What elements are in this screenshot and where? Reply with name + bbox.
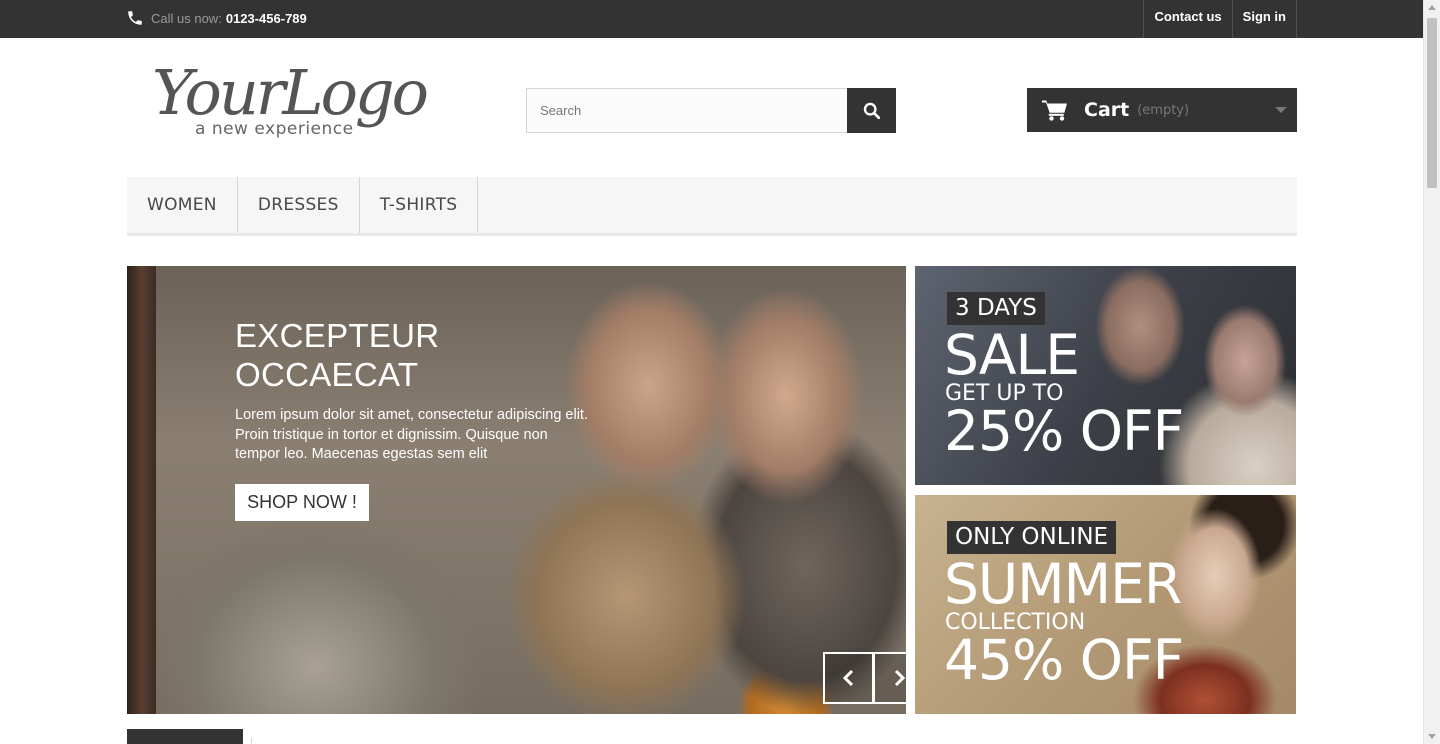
search-form bbox=[526, 88, 896, 133]
slider-controls bbox=[823, 652, 906, 704]
phone-number: 0123-456-789 bbox=[225, 10, 307, 26]
banner-discount: 25% OFF bbox=[944, 399, 1184, 463]
bottom-tab-divider bbox=[251, 738, 252, 744]
phone-info: Call us now: 0123-456-789 bbox=[126, 6, 307, 30]
menu-item-tshirts[interactable]: T-SHIRTS bbox=[360, 177, 479, 233]
promo-banner-summer[interactable]: ONLY ONLINE SUMMER COLLECTION 45% OFF bbox=[915, 495, 1296, 714]
banner-tag: ONLY ONLINE bbox=[947, 521, 1117, 554]
scrollbar-thumb[interactable] bbox=[1427, 18, 1437, 188]
logo-tagline: a new experience bbox=[195, 119, 354, 139]
search-button[interactable] bbox=[847, 88, 896, 133]
promo-banner-sale[interactable]: 3 DAYS SALE GET UP TO 25% OFF bbox=[915, 266, 1296, 485]
menu-item-women[interactable]: WOMEN bbox=[127, 177, 238, 233]
cart-label: Cart bbox=[1084, 99, 1130, 121]
slide-image[interactable]: EXCEPTEUR OCCAECAT Lorem ipsum dolor sit… bbox=[156, 266, 906, 714]
slide-caption: EXCEPTEUR OCCAECAT Lorem ipsum dolor sit… bbox=[235, 316, 595, 465]
slide-description: Lorem ipsum dolor sit amet, consectetur … bbox=[235, 407, 588, 462]
chevron-left-icon bbox=[842, 669, 853, 687]
banner-headline: SALE bbox=[944, 323, 1080, 387]
top-bar: Call us now: 0123-456-789 Contact us Sig… bbox=[0, 0, 1423, 38]
menu-item-dresses[interactable]: DRESSES bbox=[238, 177, 360, 233]
banner-tag: 3 DAYS bbox=[947, 292, 1045, 325]
banner-discount: 45% OFF bbox=[944, 628, 1184, 692]
shop-now-button[interactable]: SHOP NOW ! bbox=[235, 484, 369, 521]
chevron-down-icon bbox=[1275, 107, 1287, 113]
banner-headline: SUMMER bbox=[944, 552, 1182, 616]
search-input[interactable] bbox=[526, 88, 847, 133]
slide-title-line2: OCCAECAT bbox=[235, 356, 419, 393]
phone-icon bbox=[128, 11, 142, 25]
scroll-up-icon[interactable] bbox=[1428, 5, 1436, 10]
site-logo[interactable]: YourLogo a new experience bbox=[152, 56, 442, 146]
slide-title-line1: EXCEPTEUR bbox=[235, 317, 440, 354]
top-links: Contact us Sign in bbox=[1143, 0, 1297, 38]
cart-button[interactable]: Cart (empty) bbox=[1027, 88, 1297, 132]
scroll-down-icon[interactable] bbox=[1428, 734, 1436, 739]
bottom-tab-active[interactable] bbox=[127, 729, 243, 744]
cart-status: (empty) bbox=[1137, 102, 1190, 118]
page-scrollbar[interactable] bbox=[1423, 0, 1440, 744]
chevron-right-icon bbox=[894, 669, 905, 687]
search-icon bbox=[863, 102, 880, 119]
previous-slide-edge bbox=[127, 266, 156, 714]
main-menu: WOMEN DRESSES T-SHIRTS bbox=[127, 177, 1297, 236]
call-label: Call us now: bbox=[151, 10, 222, 26]
contact-us-link[interactable]: Contact us bbox=[1143, 0, 1231, 38]
sign-in-link[interactable]: Sign in bbox=[1231, 0, 1297, 38]
slider-prev-button[interactable] bbox=[823, 652, 874, 704]
homepage-slider: EXCEPTEUR OCCAECAT Lorem ipsum dolor sit… bbox=[127, 266, 906, 714]
slider-next-button[interactable] bbox=[873, 652, 906, 704]
cart-icon bbox=[1042, 100, 1067, 121]
